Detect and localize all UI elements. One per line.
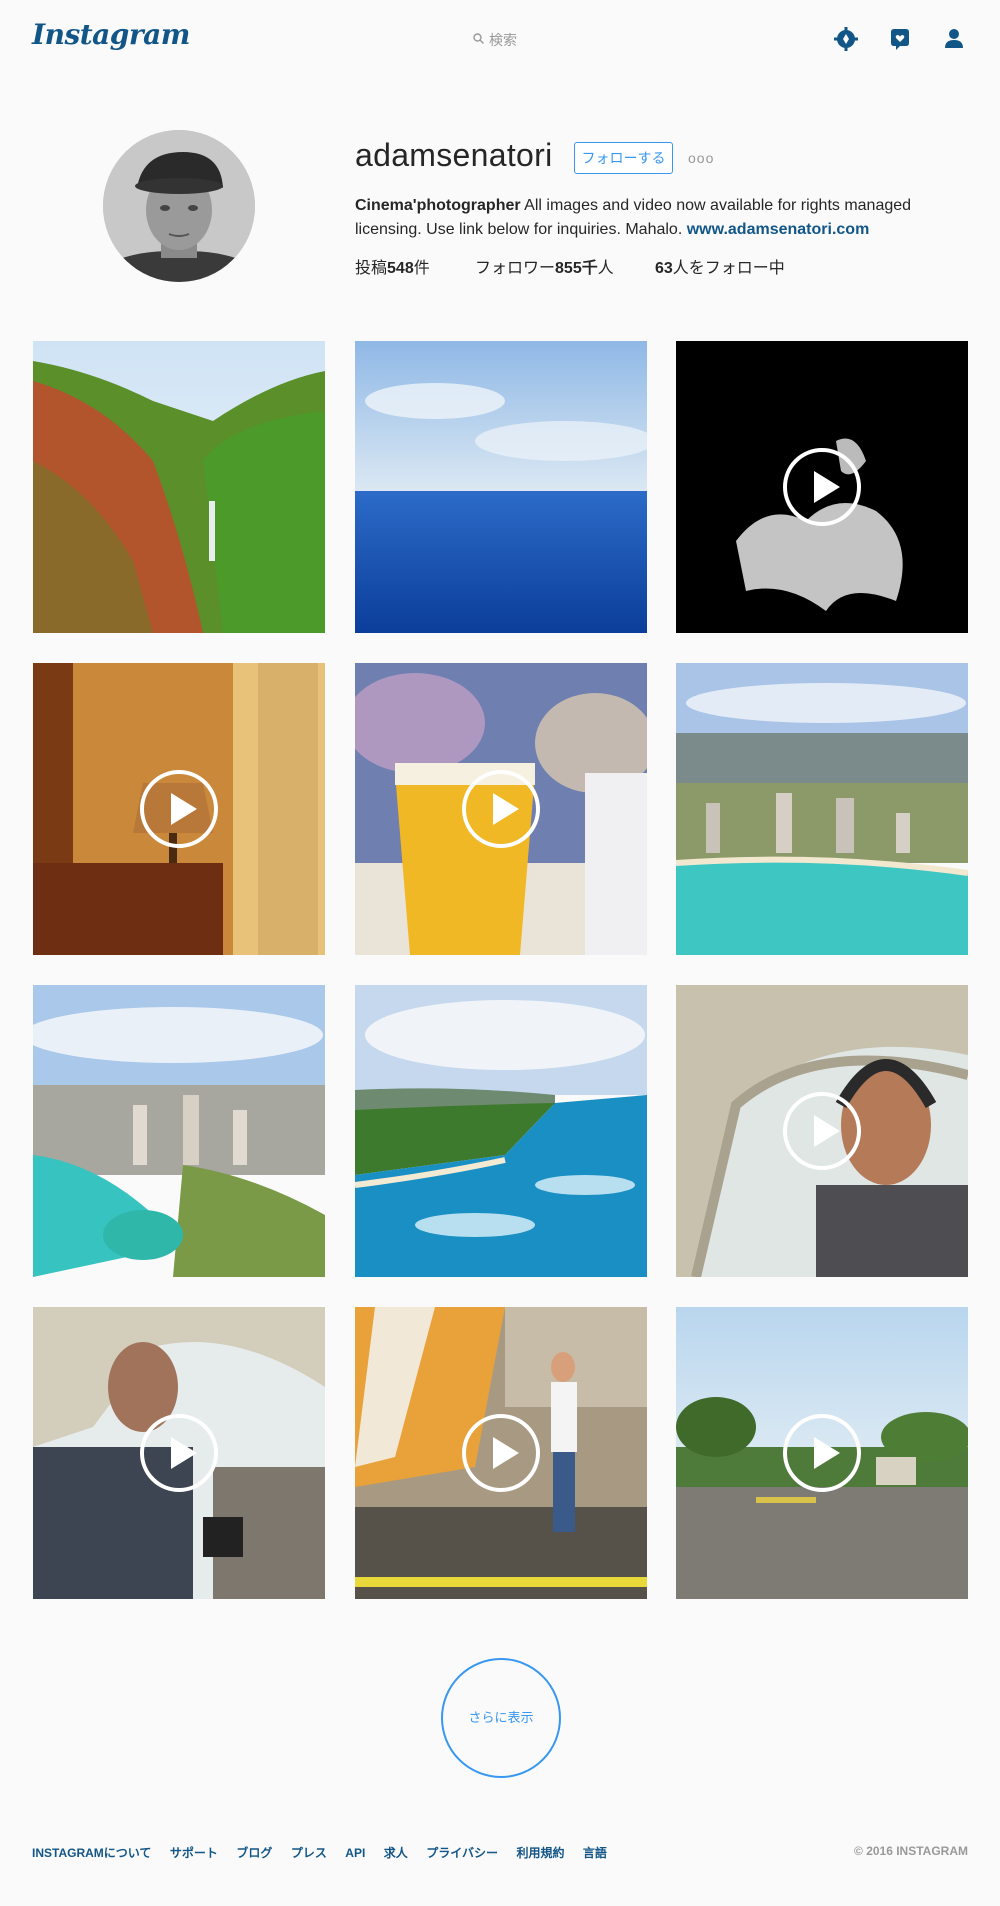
footer-link-terms[interactable]: 利用規約 xyxy=(516,1844,564,1861)
post-thumbnail[interactable] xyxy=(676,985,968,1277)
post-thumbnail[interactable] xyxy=(355,341,647,633)
post-thumbnail[interactable] xyxy=(33,663,325,955)
followers-count[interactable]: フォロワー855千人 xyxy=(475,254,614,278)
post-thumbnail[interactable] xyxy=(676,1307,968,1599)
footer-link-api[interactable]: API xyxy=(345,1846,365,1860)
profile-username: adamsenatori xyxy=(355,137,553,173)
footer-link-blog[interactable]: ブログ xyxy=(236,1844,272,1861)
play-icon xyxy=(462,770,540,848)
valley-photo xyxy=(33,341,325,633)
followers-prefix: フォロワー xyxy=(475,260,556,277)
post-thumbnail[interactable] xyxy=(355,985,647,1277)
activity-button[interactable] xyxy=(887,26,913,52)
ocean-photo xyxy=(355,341,647,633)
more-options-button[interactable]: ooo xyxy=(688,150,716,166)
footer-link-jobs[interactable]: 求人 xyxy=(384,1844,408,1861)
footer-link-privacy[interactable]: プライバシー xyxy=(426,1844,498,1861)
play-icon xyxy=(140,1414,218,1492)
post-thumbnail[interactable] xyxy=(676,341,968,633)
city-coastline-photo xyxy=(676,663,968,955)
load-more-button[interactable]: さらに表示 xyxy=(441,1658,561,1778)
profile-button[interactable] xyxy=(941,26,967,52)
footer-link-support[interactable]: サポート xyxy=(170,1844,218,1861)
instagram-logo[interactable]: Instagram xyxy=(32,18,190,51)
play-icon xyxy=(783,448,861,526)
bio-name: Cinema'photographer xyxy=(355,197,521,214)
posts-suffix: 件 xyxy=(413,260,430,277)
followers-number: 855千 xyxy=(555,260,598,277)
post-thumbnail[interactable] xyxy=(33,1307,325,1599)
play-icon xyxy=(783,1092,861,1170)
copyright-text: © 2016 INSTAGRAM xyxy=(854,1844,968,1858)
post-thumbnail[interactable] xyxy=(676,663,968,955)
top-nav: Instagram 検索 xyxy=(0,0,1000,78)
footer-link-about[interactable]: INSTAGRAMについて xyxy=(32,1844,151,1861)
play-icon xyxy=(462,1414,540,1492)
following-suffix: 人をフォロー中 xyxy=(672,260,785,277)
footer-link-language[interactable]: 言語 xyxy=(583,1844,607,1861)
heart-icon xyxy=(891,29,909,50)
followers-suffix: 人 xyxy=(597,260,614,277)
posts-number: 548 xyxy=(387,260,414,277)
profile-bio: Cinema'photographer All images and video… xyxy=(355,194,955,242)
following-number: 63 xyxy=(655,260,673,277)
post-thumbnail[interactable] xyxy=(355,1307,647,1599)
posts-count: 投稿548件 xyxy=(355,254,430,278)
explore-button[interactable] xyxy=(833,26,859,52)
play-icon xyxy=(783,1414,861,1492)
post-thumbnail[interactable] xyxy=(33,985,325,1277)
footer: INSTAGRAMについて サポート ブログ プレス API 求人 プライバシー… xyxy=(32,1844,968,1864)
posts-prefix: 投稿 xyxy=(355,260,388,277)
compass-icon xyxy=(834,27,858,51)
search-placeholder: 検索 xyxy=(489,32,517,48)
north-shore-photo xyxy=(355,985,647,1277)
post-thumbnail[interactable] xyxy=(355,663,647,955)
follow-button[interactable]: フォローする xyxy=(574,142,673,174)
city-harbor-photo xyxy=(33,985,325,1277)
search-box[interactable]: 検索 xyxy=(473,29,593,51)
profile-avatar xyxy=(103,130,255,282)
search-icon xyxy=(473,33,484,44)
post-thumbnail[interactable] xyxy=(33,341,325,633)
user-icon xyxy=(945,29,963,48)
footer-link-press[interactable]: プレス xyxy=(291,1844,327,1861)
bio-website-link[interactable]: www.adamsenatori.com xyxy=(687,221,870,238)
following-count[interactable]: 63人をフォロー中 xyxy=(655,254,785,278)
play-icon xyxy=(140,770,218,848)
